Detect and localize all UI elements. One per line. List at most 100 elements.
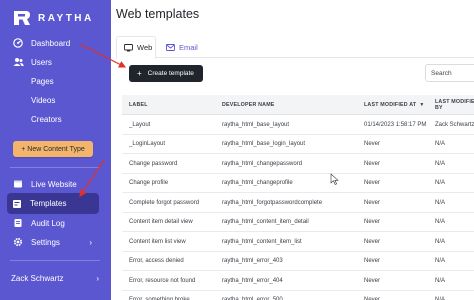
sidebar: RAYTHA Dashboard Users Pages Videos Crea… <box>0 0 111 300</box>
table-cell: Change profile <box>129 180 169 187</box>
table-cell: Never <box>364 160 381 167</box>
table-row[interactable]: Change password raytha_html_changepasswor… <box>122 154 474 174</box>
table-cell: N/A <box>435 258 446 265</box>
column-header-last-modified-by[interactable]: LAST MODIFIED BY <box>435 95 474 115</box>
create-template-label: Create template <box>147 70 194 77</box>
search-input[interactable]: Search <box>425 64 474 82</box>
table-cell: Never <box>364 141 381 148</box>
table-row[interactable]: _LoginLayout raytha_html_base_login_layou… <box>122 135 474 154</box>
template-tabs: Web Email <box>116 36 474 59</box>
user-menu[interactable]: Zack Schwartz › <box>11 271 101 285</box>
sidebar-item-live-website[interactable]: Live Website <box>8 175 100 193</box>
table-cell: Never <box>364 180 381 187</box>
tab-label: Email <box>179 42 198 52</box>
table-cell: raytha_html_error_404 <box>222 277 283 284</box>
table-cell: Never <box>364 219 381 226</box>
chevron-right-icon: › <box>96 273 99 283</box>
main-content: Web templates Web Email + Create templat… <box>111 0 474 300</box>
search-placeholder: Search <box>431 69 452 77</box>
users-icon <box>12 56 24 68</box>
column-header-label[interactable]: LABEL <box>129 95 219 115</box>
table-row[interactable]: Error, access denied raytha_html_error_40… <box>122 252 474 271</box>
table-cell: Never <box>364 238 381 245</box>
table-cell: Content item list view <box>129 238 186 245</box>
user-name: Zack Schwartz <box>11 273 64 283</box>
table-cell: Change password <box>129 160 178 167</box>
sidebar-item-audit-log[interactable]: Audit Log <box>8 214 100 232</box>
sidebar-item-label: Videos <box>31 95 56 105</box>
table-cell: Error, resource not found <box>129 277 196 284</box>
sidebar-item-videos[interactable]: Videos <box>8 91 100 109</box>
sidebar-item-settings[interactable]: Settings › <box>8 233 100 251</box>
templates-table: LABEL DEVELOPER NAME LAST MODIFIED AT ▼ L… <box>122 95 474 300</box>
sidebar-divider <box>10 260 100 261</box>
tab-email[interactable]: Email <box>162 36 198 58</box>
tab-web[interactable]: Web <box>116 36 156 59</box>
table-cell: N/A <box>435 180 446 187</box>
table-cell: Never <box>364 277 381 284</box>
raytha-logo-icon <box>14 11 30 25</box>
table-cell: raytha_html_content_item_list <box>222 238 302 245</box>
table-row[interactable]: Error, something brokeraytha_html_error_… <box>122 291 474 300</box>
sidebar-item-label: Creators <box>31 114 62 124</box>
audit-log-icon <box>12 217 24 229</box>
table-cell: N/A <box>435 199 446 206</box>
settings-icon <box>12 236 24 248</box>
create-template-button[interactable]: + Create template <box>129 65 203 82</box>
table-cell: raytha_html_changepassword <box>222 160 303 167</box>
table-cell: raytha_html_changeprofile <box>222 180 293 187</box>
table-cell: N/A <box>435 141 446 148</box>
sidebar-item-label: Users <box>31 57 52 67</box>
table-cell: _Layout <box>129 121 151 128</box>
plus-icon: + <box>137 69 142 78</box>
column-header-last-modified-at[interactable]: LAST MODIFIED AT ▼ <box>364 95 432 115</box>
table-cell: Content item detail view <box>129 219 193 226</box>
page-title: Web templates <box>116 7 200 21</box>
table-cell: Zack Schwartz <box>435 121 474 128</box>
sidebar-item-pages[interactable]: Pages <box>8 72 100 90</box>
table-cell: Error, something broke <box>129 291 219 300</box>
table-cell: raytha_html_base_layout <box>222 121 290 128</box>
table-row[interactable]: _Layout raytha_html_base_layout 01/14/2023… <box>122 115 474 135</box>
logo[interactable]: RAYTHA <box>12 9 94 27</box>
table-cell: Never <box>364 291 432 300</box>
tab-label: Web <box>137 43 153 52</box>
live-website-icon <box>12 178 24 190</box>
sidebar-item-label: Pages <box>31 76 54 86</box>
table-row[interactable]: Complete forgot password raytha_html_forg… <box>122 193 474 213</box>
table-cell: raytha_html_forgotpasswordcomplete <box>222 199 323 206</box>
table-cell: Error, access denied <box>129 258 184 265</box>
table-cell: N/A <box>435 160 446 167</box>
logo-text: RAYTHA <box>38 12 94 24</box>
sidebar-item-label: Dashboard <box>31 38 71 48</box>
sidebar-item-label: Settings <box>31 237 60 247</box>
table-cell: raytha_html_content_item_detail <box>222 219 309 226</box>
table-row[interactable]: Content item detail view raytha_html_cont… <box>122 213 474 232</box>
new-content-type-button[interactable]: + New Content Type <box>13 141 93 157</box>
sidebar-item-users[interactable]: Users <box>8 53 100 71</box>
web-icon <box>124 43 133 52</box>
table-row[interactable]: Content item list view raytha_html_conten… <box>122 232 474 252</box>
table-cell: N/A <box>435 238 446 245</box>
table-row[interactable]: Error, resource not found raytha_html_err… <box>122 271 474 291</box>
sidebar-item-templates[interactable]: Templates <box>7 193 99 214</box>
table-cell: Never <box>364 199 381 206</box>
sidebar-item-dashboard[interactable]: Dashboard <box>8 34 100 52</box>
sidebar-item-label: Audit Log <box>31 218 65 228</box>
dashboard-icon <box>12 37 24 49</box>
table-cell: N/A <box>435 291 474 300</box>
column-header-developer-name[interactable]: DEVELOPER NAME <box>222 95 352 115</box>
table-row[interactable]: Change profile raytha_html_changeprofile N… <box>122 174 474 193</box>
table-body: _Layout raytha_html_base_layout 01/14/2023… <box>122 115 474 300</box>
chevron-right-icon: › <box>89 237 92 247</box>
table-cell: raytha_html_base_login_layout <box>222 141 306 148</box>
table-cell: Never <box>364 258 381 265</box>
table-cell: Complete forgot password <box>129 199 200 206</box>
table-cell: _LoginLayout <box>129 141 166 148</box>
table-cell: 01/14/2023 1:58:17 PM <box>364 121 427 128</box>
sidebar-item-creators[interactable]: Creators <box>8 110 100 128</box>
table-cell: N/A <box>435 219 446 226</box>
table-cell: raytha_html_error_403 <box>222 258 283 265</box>
sidebar-item-label: Live Website <box>31 179 77 189</box>
sidebar-item-label: Templates <box>30 199 67 208</box>
